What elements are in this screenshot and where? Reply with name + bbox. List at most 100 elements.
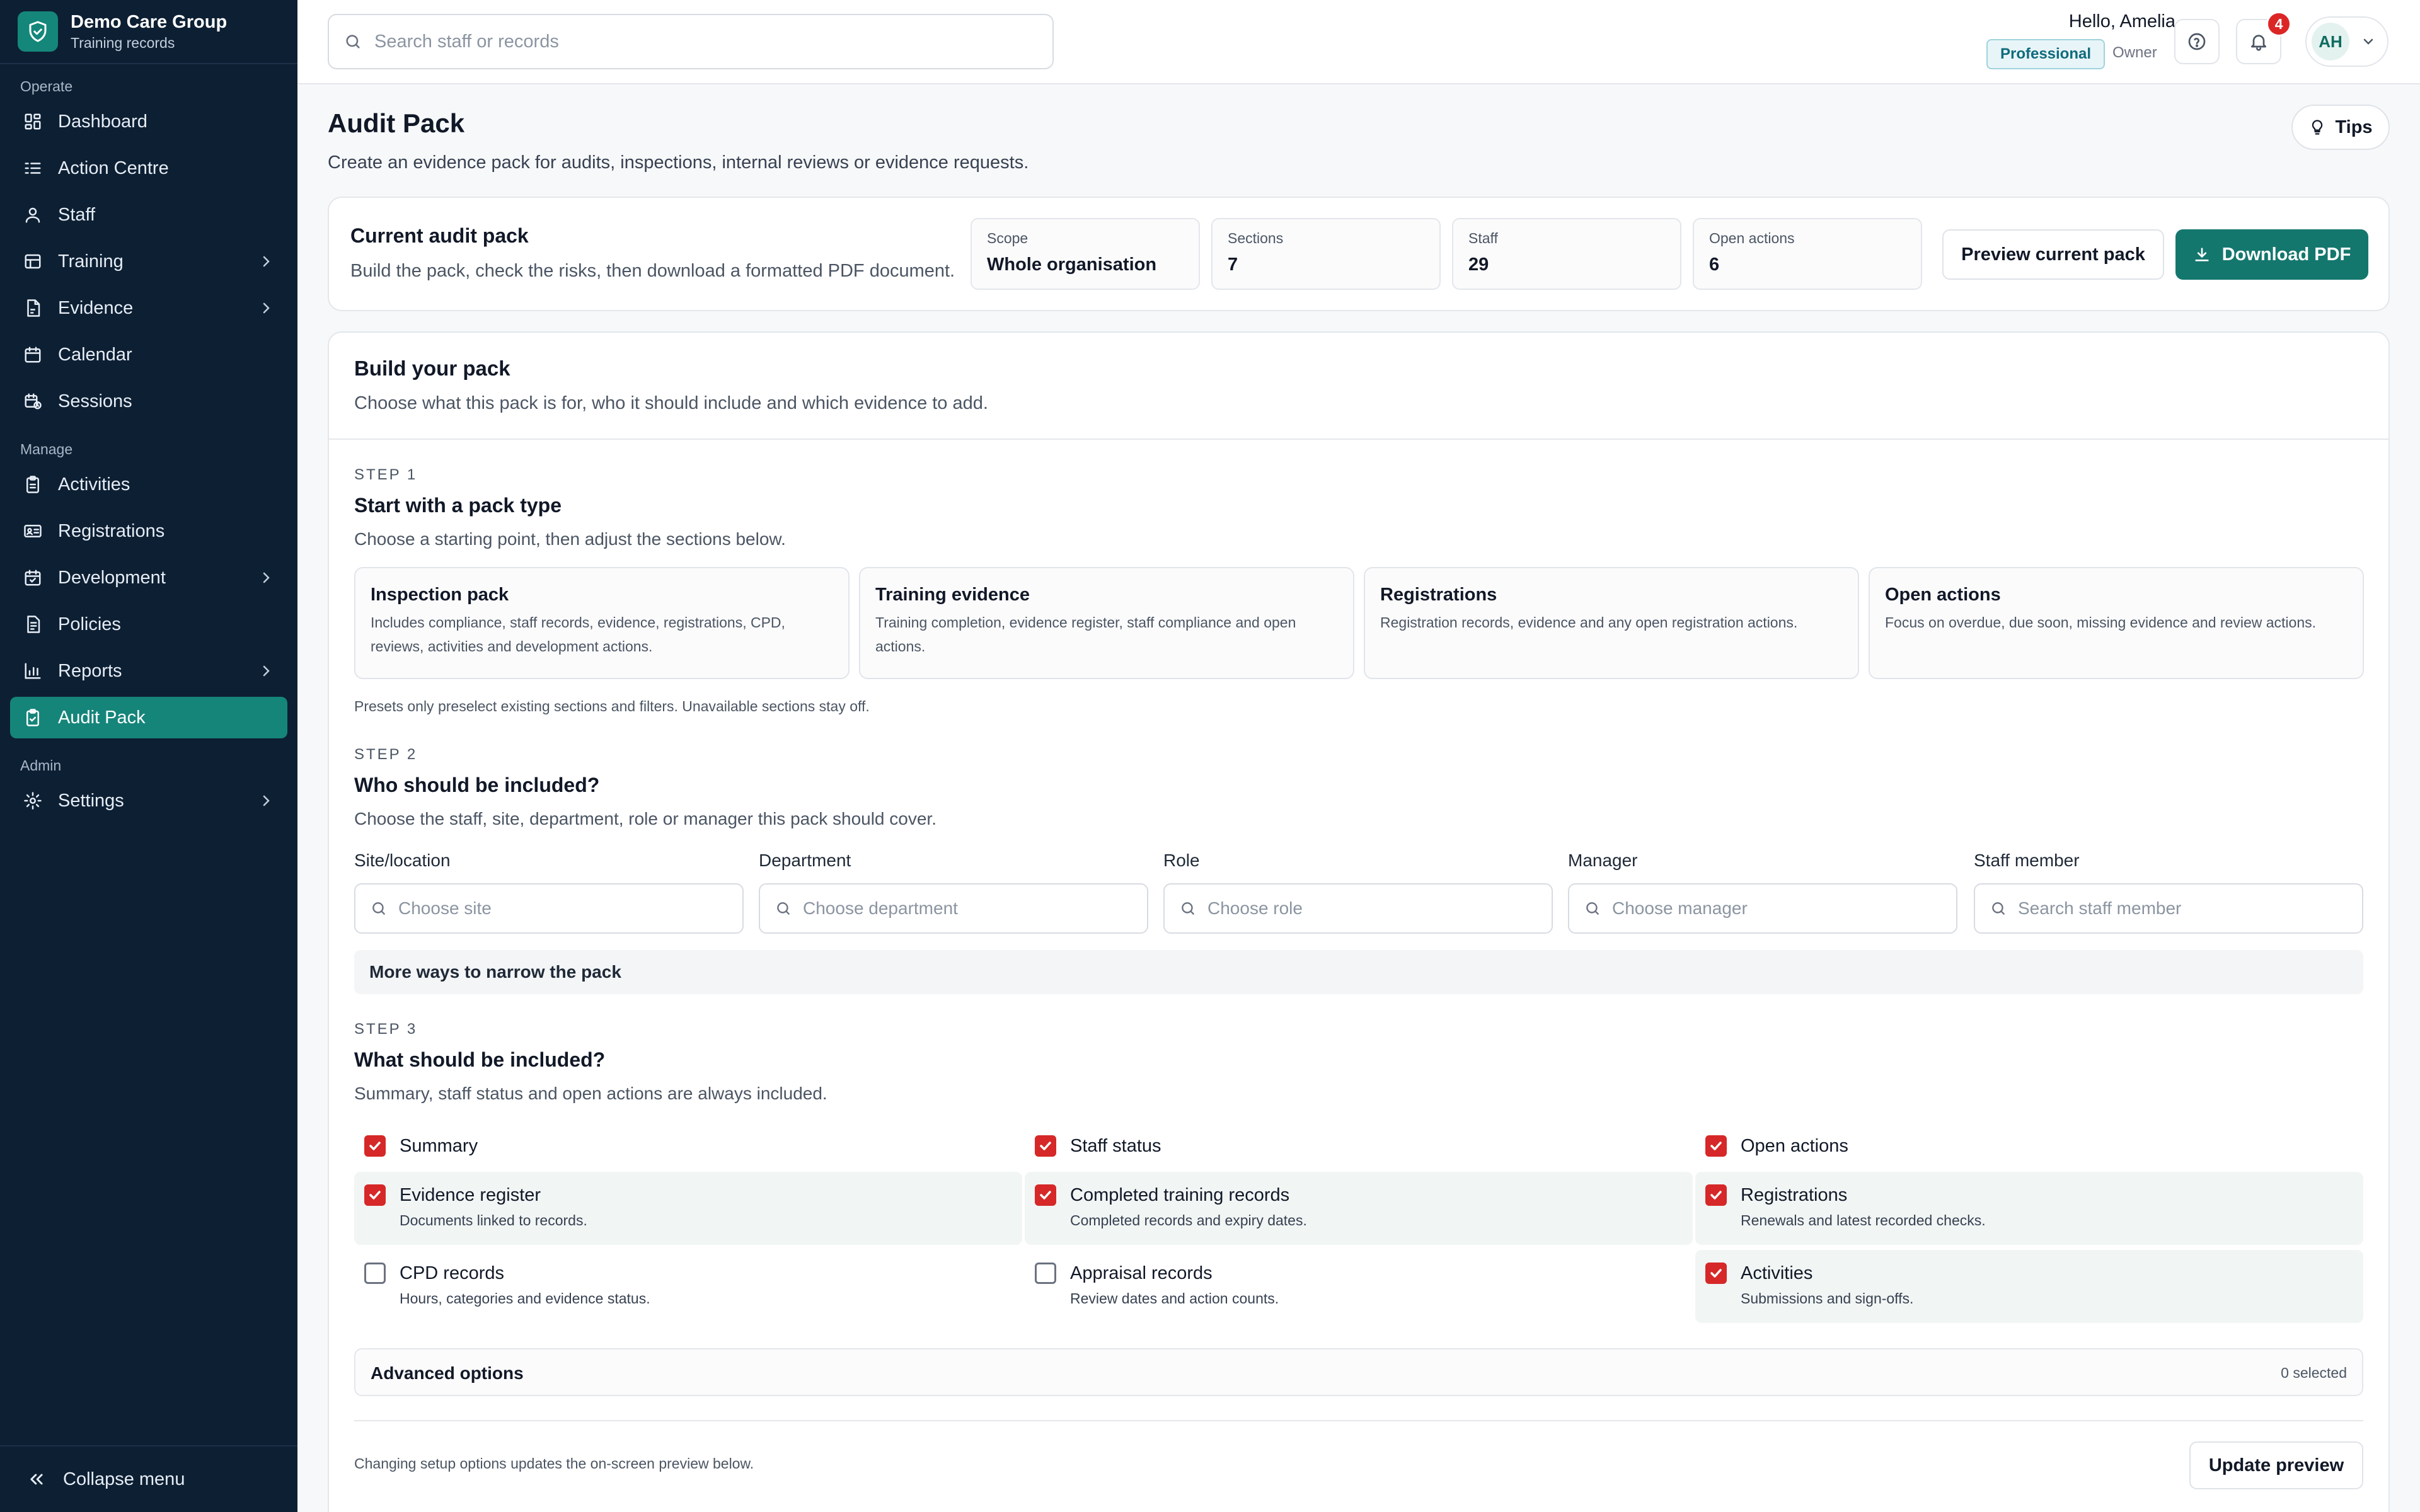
sidebar-item-calendar[interactable]: Calendar — [10, 334, 287, 375]
sidebar-item-action-centre[interactable]: Action Centre — [10, 147, 287, 189]
sidebar-item-settings[interactable]: Settings — [10, 780, 287, 822]
checkbox-checked[interactable] — [1705, 1263, 1727, 1284]
build-pack-title: Build your pack — [354, 357, 510, 380]
preset-description: Includes compliance, staff records, evid… — [371, 614, 785, 655]
preset-training-evidence[interactable]: Training evidence Training completion, e… — [859, 567, 1354, 679]
top-bar: Hello, Amelia Professional Owner 4 AH — [297, 0, 2420, 84]
global-search[interactable] — [328, 14, 1054, 69]
preset-inspection-pack[interactable]: Inspection pack Includes compliance, sta… — [354, 567, 850, 679]
preset-registrations[interactable]: Registrations Registration records, evid… — [1364, 567, 1859, 679]
site-select[interactable] — [354, 883, 744, 934]
step-3-title: What should be included? — [354, 1048, 606, 1071]
filter-label-site: Site/location — [354, 850, 451, 870]
sidebar-item-dashboard[interactable]: Dashboard — [10, 101, 287, 142]
step-2-title: Who should be included? — [354, 774, 600, 796]
download-pdf-label: Download PDF — [2221, 244, 2351, 265]
manager-input[interactable] — [1612, 898, 1940, 919]
stat-staff: Staff 29 — [1452, 218, 1681, 290]
chevron-right-icon — [258, 301, 274, 316]
bell-icon — [2249, 32, 2269, 52]
advanced-options-label: Advanced options — [371, 1363, 524, 1383]
update-preview-button[interactable]: Update preview — [2189, 1441, 2363, 1489]
search-input[interactable] — [374, 31, 1005, 52]
option-evidence-register[interactable]: Evidence register Documents linked to re… — [354, 1172, 1022, 1245]
checkbox-checked[interactable] — [364, 1135, 386, 1157]
role-select[interactable] — [1163, 883, 1553, 934]
preset-title: Registrations — [1380, 585, 1497, 605]
option-open-actions[interactable]: Open actions — [1695, 1123, 2363, 1171]
option-description: Submissions and sign-offs. — [1741, 1290, 1914, 1307]
more-ways-to-narrow-toggle[interactable]: More ways to narrow the pack — [354, 950, 2363, 994]
sidebar-item-label: Development — [58, 567, 166, 588]
sidebar-item-audit-pack[interactable]: Audit Pack — [10, 697, 287, 738]
sidebar-item-reports[interactable]: Reports — [10, 650, 287, 692]
sidebar-item-activities[interactable]: Activities — [10, 464, 287, 505]
sidebar-item-training[interactable]: Training — [10, 241, 287, 282]
sidebar-item-label: Policies — [58, 614, 121, 634]
option-description: Renewals and latest recorded checks. — [1741, 1212, 1986, 1228]
search-icon — [775, 900, 792, 917]
sidebar-item-registrations[interactable]: Registrations — [10, 510, 287, 552]
site-input[interactable] — [398, 898, 726, 919]
download-icon — [2193, 246, 2222, 263]
sidebar-item-development[interactable]: Development — [10, 557, 287, 598]
stat-value: 6 — [1709, 255, 1720, 275]
checkbox-checked[interactable] — [1035, 1184, 1056, 1206]
help-button[interactable] — [2174, 19, 2220, 64]
checkbox-checked[interactable] — [364, 1184, 386, 1206]
sidebar-item-sessions[interactable]: Sessions — [10, 381, 287, 422]
search-icon — [371, 900, 387, 917]
role-label: Owner — [2112, 44, 2157, 61]
manager-select[interactable] — [1568, 883, 1957, 934]
brand-subtitle: Training records — [71, 35, 175, 51]
registrations-icon — [23, 521, 43, 541]
option-summary[interactable]: Summary — [354, 1123, 1022, 1171]
option-appraisal-records[interactable]: Appraisal records Review dates and actio… — [1025, 1250, 1693, 1323]
sidebar-item-label: Training — [58, 251, 124, 272]
user-menu-button[interactable]: AH — [2305, 16, 2388, 67]
sidebar-item-label: Reports — [58, 660, 122, 681]
preview-current-pack-button[interactable]: Preview current pack — [1942, 229, 2164, 280]
option-completed-training-records[interactable]: Completed training records Completed rec… — [1025, 1172, 1693, 1245]
sidebar-item-policies[interactable]: Policies — [10, 604, 287, 645]
filter-label-department: Department — [759, 850, 851, 870]
brand[interactable]: Demo Care Group Training records — [0, 0, 297, 64]
development-icon — [23, 568, 43, 588]
collapse-menu-button[interactable]: Collapse menu — [0, 1445, 297, 1512]
department-input[interactable] — [803, 898, 1131, 919]
sidebar-item-label: Registrations — [58, 520, 165, 541]
department-select[interactable] — [759, 883, 1148, 934]
staff-member-input[interactable] — [2018, 898, 2346, 919]
checkbox-unchecked[interactable] — [1035, 1263, 1056, 1284]
evidence-icon — [23, 298, 43, 318]
download-pdf-button[interactable]: Download PDF — [2175, 229, 2368, 280]
role-input[interactable] — [1207, 898, 1535, 919]
filter-label-staff-member: Staff member — [1974, 850, 2080, 870]
search-icon — [344, 33, 362, 50]
checkbox-checked[interactable] — [1705, 1135, 1727, 1157]
checkbox-unchecked[interactable] — [364, 1263, 386, 1284]
preset-open-actions[interactable]: Open actions Focus on overdue, due soon,… — [1869, 567, 2364, 679]
current-pack-card: Current audit pack Build the pack, check… — [328, 197, 2390, 311]
option-registrations[interactable]: Registrations Renewals and latest record… — [1695, 1172, 2363, 1245]
option-cpd-records[interactable]: CPD records Hours, categories and eviden… — [354, 1250, 1022, 1323]
option-activities[interactable]: Activities Submissions and sign-offs. — [1695, 1250, 2363, 1323]
build-pack-description: Choose what this pack is for, who it sho… — [354, 393, 988, 413]
option-title: Summary — [400, 1136, 478, 1156]
staff-icon — [23, 205, 43, 225]
option-staff-status[interactable]: Staff status — [1025, 1123, 1693, 1171]
option-title: Appraisal records — [1070, 1263, 1213, 1283]
sidebar-item-label: Staff — [58, 204, 96, 225]
option-title: Staff status — [1070, 1136, 1161, 1156]
tips-button[interactable]: Tips — [2291, 105, 2390, 150]
sidebar-item-label: Evidence — [58, 297, 134, 318]
checkbox-checked[interactable] — [1035, 1135, 1056, 1157]
sidebar-item-evidence[interactable]: Evidence — [10, 287, 287, 329]
staff-member-select[interactable] — [1974, 883, 2363, 934]
checkbox-checked[interactable] — [1705, 1184, 1727, 1206]
calendar-icon — [23, 345, 43, 365]
option-title: Completed training records — [1070, 1185, 1290, 1205]
sidebar-item-staff[interactable]: Staff — [10, 194, 287, 236]
step-2-description: Choose the staff, site, department, role… — [354, 809, 936, 828]
advanced-options-toggle[interactable]: Advanced options 0 selected — [354, 1348, 2363, 1396]
